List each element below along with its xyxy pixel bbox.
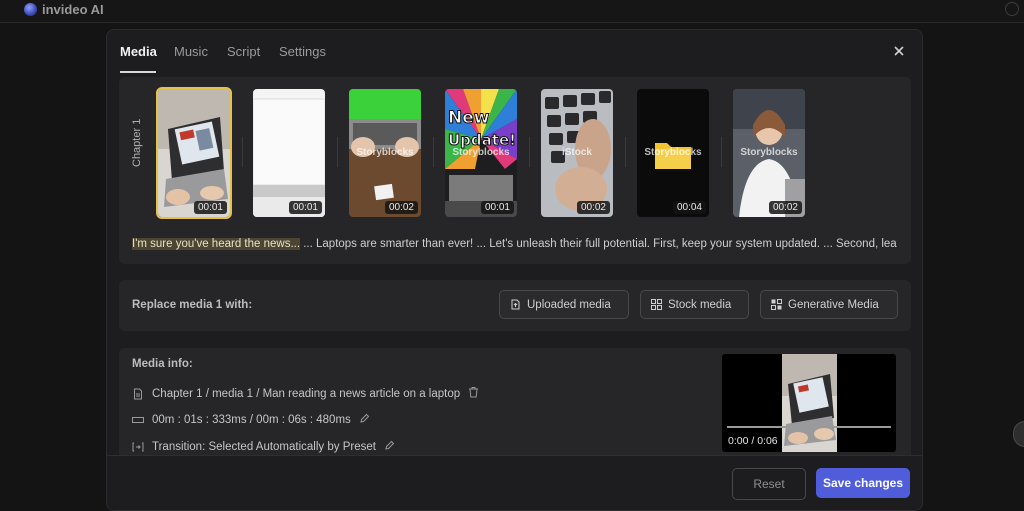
modal-footer: Reset Save changes (107, 455, 922, 510)
media-thumbnail-4[interactable]: New Update! Storyblocks 00:01 (445, 89, 517, 217)
edit-pencil-icon[interactable] (384, 440, 395, 454)
media-thumbnail-3[interactable]: Storyblocks 00:02 (349, 89, 421, 217)
clip-duration: 00:01 (480, 201, 514, 214)
side-scroll-button[interactable] (1013, 421, 1024, 447)
document-icon (132, 388, 144, 400)
media-path: Chapter 1 / media 1 / Man reading a news… (152, 387, 461, 400)
edit-pencil-icon[interactable] (359, 413, 370, 427)
clip-duration: 00:02 (576, 201, 610, 214)
clip-duration: 00:01 (288, 201, 322, 214)
media-info-title: Media info: (132, 358, 193, 370)
reset-button[interactable]: Reset (732, 468, 806, 500)
media-timing-row: 00m : 01s : 333ms / 00m : 06s : 480ms (132, 413, 370, 427)
stock-grid-icon (651, 299, 662, 310)
account-avatar[interactable] (1005, 2, 1019, 16)
media-thumbnail-5[interactable]: iStock 00:02 (541, 89, 613, 217)
tab-script[interactable]: Script (227, 44, 260, 59)
media-path-row: Chapter 1 / media 1 / Man reading a news… (132, 386, 479, 401)
active-tab-indicator (120, 71, 156, 73)
clip-duration: 00:02 (384, 201, 418, 214)
generative-media-button[interactable]: Generative Media (760, 290, 898, 319)
app-title: invideo AI (42, 2, 104, 17)
media-thumbnail-1[interactable]: 00:01 (156, 87, 232, 219)
media-strip-panel: Chapter 1 00:01 00:01 Storyblocks 00:02 … (119, 77, 911, 264)
clip-separator (242, 137, 243, 167)
delete-icon[interactable] (468, 386, 479, 401)
uploaded-media-button[interactable]: Uploaded media (499, 290, 629, 319)
uploaded-media-label: Uploaded media (527, 298, 611, 311)
clip-separator (721, 137, 722, 167)
generative-media-label: Generative Media (788, 298, 879, 311)
media-transition-row: Transition: Selected Automatically by Pr… (132, 440, 395, 454)
preview-time: 0:00 / 0:06 (728, 435, 778, 447)
tab-settings[interactable]: Settings (279, 44, 326, 59)
replace-label: Replace media 1 with: (132, 299, 253, 311)
upload-file-icon (510, 299, 521, 310)
invideo-logo-icon (24, 3, 37, 16)
script-highlight: I'm sure you've heard the news... (132, 238, 301, 250)
preview-progress-track[interactable] (727, 426, 891, 428)
stock-media-label: Stock media (668, 298, 732, 311)
transition-icon (132, 441, 144, 453)
media-timing: 00m : 01s : 333ms / 00m : 06s : 480ms (152, 414, 351, 426)
media-transition: Transition: Selected Automatically by Pr… (152, 441, 376, 453)
timeline-icon (132, 414, 144, 426)
top-bar: invideo AI (0, 0, 1024, 23)
media-thumbnail-2[interactable]: 00:01 (253, 89, 325, 217)
clip-duration: 00:02 (768, 201, 802, 214)
preview-frame (782, 354, 837, 452)
script-rest: ... Laptops are smarter than ever! ... L… (300, 238, 897, 250)
clip-separator (529, 137, 530, 167)
clip-separator (433, 137, 434, 167)
tab-music[interactable]: Music (174, 44, 208, 59)
chapter-label: Chapter 1 (131, 118, 143, 167)
media-thumbnail-6[interactable]: Storyblocks 00:04 (637, 89, 709, 217)
media-edit-modal: Media Music Script Settings Chapter 1 00… (106, 29, 923, 511)
clip-duration: 00:01 (193, 201, 227, 214)
clip-duration: 00:04 (672, 201, 706, 214)
replace-media-panel: Replace media 1 with: Uploaded media Sto… (119, 280, 911, 331)
tab-media[interactable]: Media (120, 44, 157, 59)
save-changes-button[interactable]: Save changes (816, 468, 910, 498)
clip-separator (625, 137, 626, 167)
chapter-script-text[interactable]: I'm sure you've heard the news... ... La… (132, 238, 897, 250)
stock-media-button[interactable]: Stock media (640, 290, 749, 319)
close-icon[interactable] (891, 43, 907, 59)
media-preview-player[interactable]: 0:00 / 0:06 (722, 354, 896, 452)
clip-separator (337, 137, 338, 167)
generate-grid-icon (771, 299, 782, 310)
svg-text:New: New (448, 108, 490, 128)
media-info-panel: Media info: Chapter 1 / media 1 / Man re… (119, 348, 911, 468)
media-thumbnail-7[interactable]: Storyblocks 00:02 (733, 89, 805, 217)
